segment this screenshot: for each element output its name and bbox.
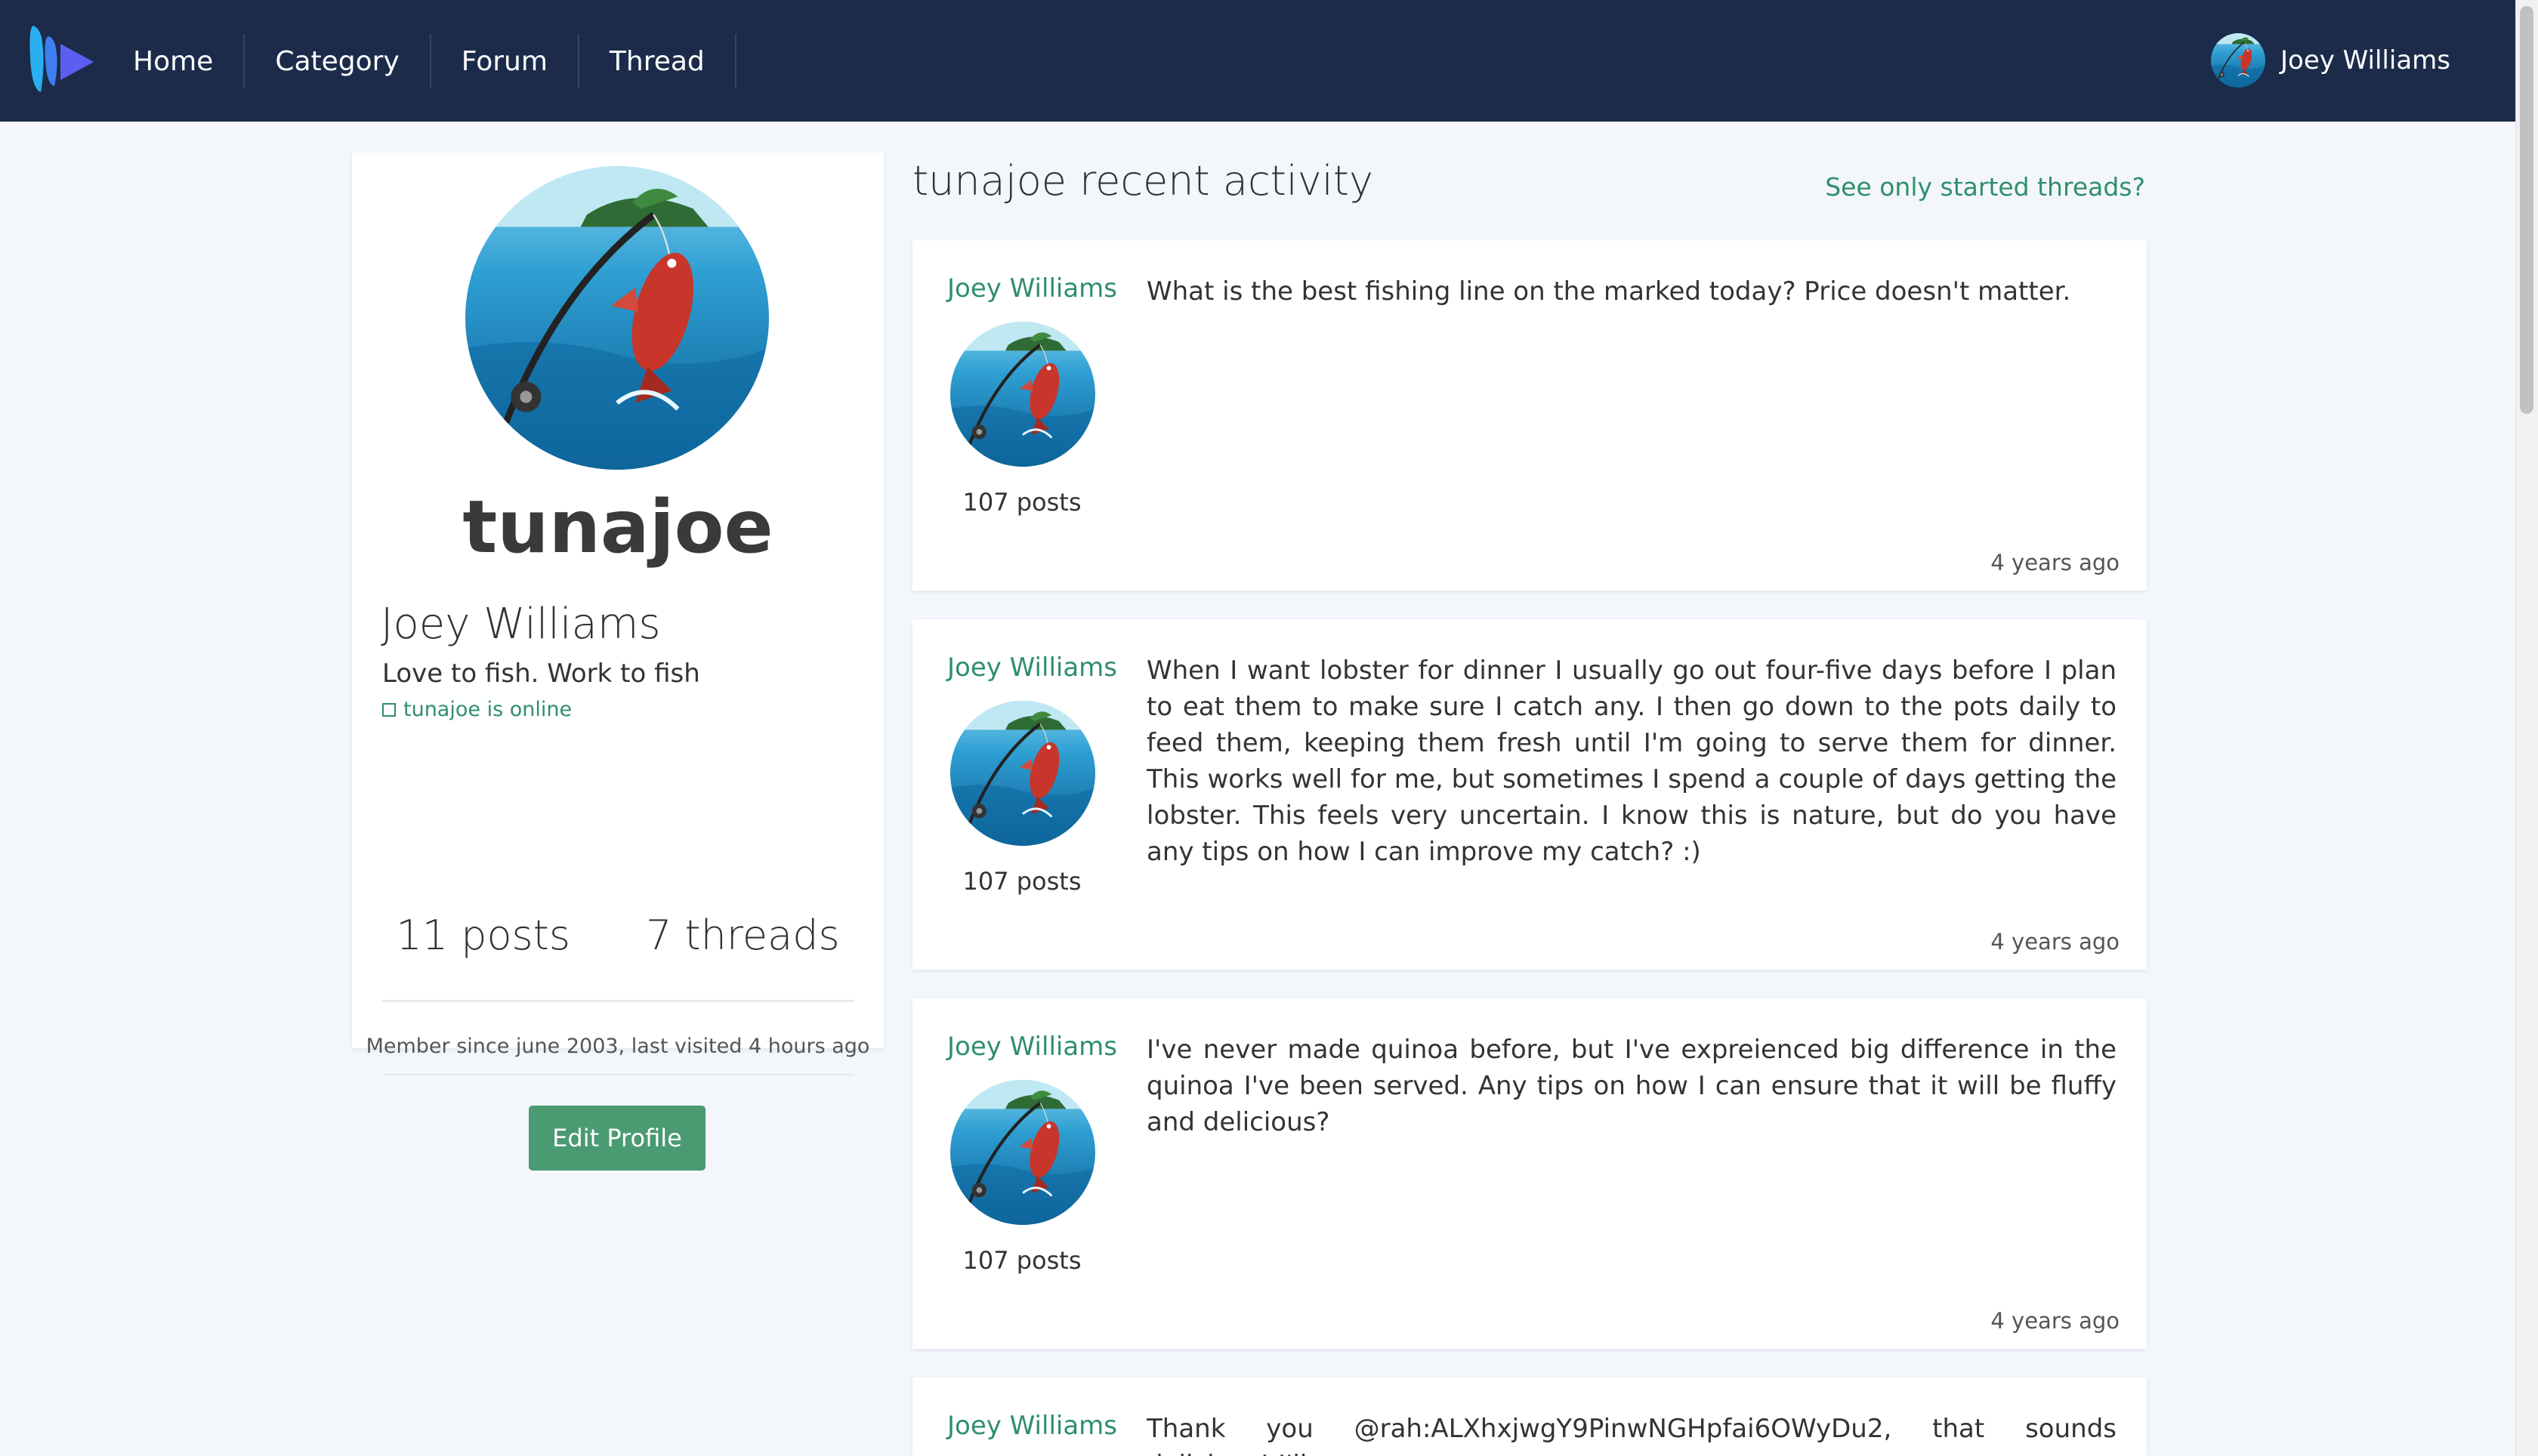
post-author-avatar [950, 701, 1095, 846]
user-menu[interactable]: Joey Williams [2211, 30, 2450, 91]
page-scrollbar[interactable] [2515, 0, 2538, 1456]
post-author-link[interactable]: Joey Williams [947, 273, 1117, 304]
only-started-threads-link[interactable]: See only started threads? [1825, 172, 2145, 202]
online-status-text: tunajoe is online [403, 698, 573, 721]
posts-count: 11 posts [396, 912, 570, 959]
post-author-post-count: 107 posts [962, 867, 1082, 896]
profile-full-name: Joey Williams [381, 600, 661, 649]
online-status: tunajoe is online [382, 698, 572, 721]
logo-icon[interactable] [27, 20, 97, 97]
post-timestamp: 4 years ago [1990, 929, 2120, 955]
post-author-link[interactable]: Joey Williams [947, 652, 1117, 683]
post-timestamp: 4 years ago [1990, 1308, 2120, 1334]
user-name[interactable]: Joey Williams [2280, 45, 2450, 76]
activity-title: tunajoe recent activity [912, 157, 1373, 205]
threads-count: 7 threads [645, 912, 840, 959]
main-nav: Home Category Forum Thread [121, 34, 736, 88]
profile-stats: 11 posts 7 threads [352, 912, 884, 959]
divider [382, 1074, 854, 1075]
post-text: When I want lobster for dinner I usually… [1147, 656, 2117, 867]
member-info: Member since june 2003, last visited 4 h… [366, 1035, 870, 1058]
user-avatar[interactable] [2211, 33, 2265, 88]
post-card: Joey Williams 107 posts When I want lobs… [912, 619, 2147, 970]
post-text: I've never made quinoa before, but I've … [1147, 1035, 2117, 1137]
post-timestamp: 4 years ago [1990, 550, 2120, 575]
status-square-icon [382, 702, 396, 717]
nav-home[interactable]: Home [121, 34, 245, 88]
edit-profile-button[interactable]: Edit Profile [529, 1106, 706, 1171]
divider [382, 1000, 854, 1002]
profile-bio: Love to fish. Work to fish [382, 659, 700, 689]
post-author-link[interactable]: Joey Williams [947, 1411, 1117, 1441]
nav-forum[interactable]: Forum [431, 34, 579, 88]
post-card: Joey Williams 107 posts I've never made … [912, 998, 2147, 1349]
profile-card: tunajoe Joey Williams Love to fish. Work… [352, 153, 884, 1171]
post-text: What is the best fishing line on the mar… [1147, 276, 2071, 307]
profile-username: tunajoe [462, 485, 773, 569]
profile-avatar [465, 166, 769, 470]
post-text: Thank you @rah:ALXhxjwgY9PinwNGHpfai6OWy… [1147, 1414, 2117, 1456]
post-author-avatar [950, 1080, 1095, 1225]
post-author-avatar [950, 322, 1095, 467]
nav-category[interactable]: Category [245, 34, 431, 88]
post-card: Joey Williams Thank you @rah:ALXhxjwgY9P… [912, 1377, 2147, 1456]
post-card: Joey Williams 107 posts What is the best… [912, 240, 2147, 591]
nav-thread[interactable]: Thread [579, 34, 736, 88]
post-author-post-count: 107 posts [962, 488, 1082, 517]
post-author-link[interactable]: Joey Williams [947, 1032, 1117, 1062]
scrollbar-thumb[interactable] [2520, 6, 2533, 414]
post-author-post-count: 107 posts [962, 1246, 1082, 1275]
top-navbar: Home Category Forum Thread Joey Williams [0, 0, 2515, 122]
